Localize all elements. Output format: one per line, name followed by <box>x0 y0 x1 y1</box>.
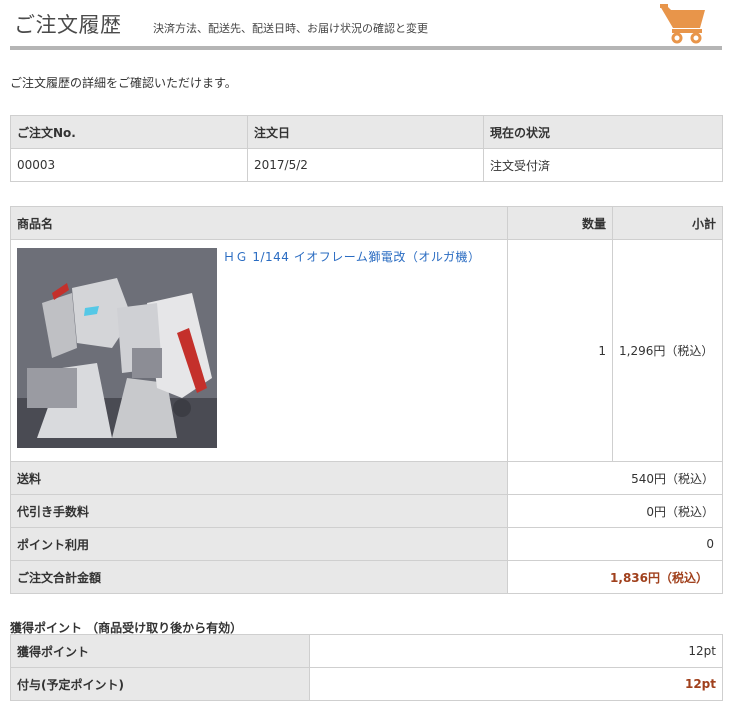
table-row: 付与(予定ポイント) 12pt <box>10 667 723 701</box>
order-items-table: 商品名 数量 小計 ＨＧ 1/144 イオフレーム獅電改（オルガ機） 1 1,2… <box>10 206 723 594</box>
product-cell: ＨＧ 1/144 イオフレーム獅電改（オルガ機） <box>10 239 508 462</box>
subtotal-header: 小計 <box>612 206 723 240</box>
page-subtitle: 決済方法、配送先、配送日時、お届け状況の確認と変更 <box>153 22 428 35</box>
shipping-value: 540円（税込） <box>507 461 723 495</box>
intro-text: ご注文履歴の詳細をご確認いただけます。 <box>10 76 237 90</box>
quantity-header: 数量 <box>507 206 613 240</box>
cod-fee-value: 0円（税込） <box>507 494 723 528</box>
order-date-value: 2017/5/2 <box>247 148 484 182</box>
product-link[interactable]: ＨＧ 1/144 イオフレーム獅電改（オルガ機） <box>223 250 481 264</box>
table-row: ご注文合計金額 1,836円（税込） <box>10 560 723 594</box>
earned-points-label: 獲得ポイント <box>10 634 310 668</box>
subtotal-value: 1,296円（税込） <box>612 239 723 462</box>
order-total-value: 1,836円（税込） <box>507 560 723 594</box>
order-date-header: 注文日 <box>247 115 484 149</box>
table-row: 送料 540円（税込） <box>10 461 723 495</box>
cart-icon[interactable] <box>658 2 708 44</box>
cod-fee-label: 代引き手数料 <box>10 494 508 528</box>
table-row: 代引き手数料 0円（税込） <box>10 494 723 528</box>
quantity-value: 1 <box>507 239 613 462</box>
order-status-header: 現在の状況 <box>483 115 723 149</box>
order-status-value: 注文受付済 <box>483 148 723 182</box>
points-table: 獲得ポイント 12pt 付与(予定ポイント) 12pt <box>10 634 723 701</box>
table-row: ポイント利用 0 <box>10 527 723 561</box>
points-used-label: ポイント利用 <box>10 527 508 561</box>
table-row: 獲得ポイント 12pt <box>10 634 723 668</box>
earned-points-value: 12pt <box>309 634 723 668</box>
scheduled-points-value: 12pt <box>309 667 723 701</box>
product-image[interactable] <box>17 248 217 448</box>
table-row: ＨＧ 1/144 イオフレーム獅電改（オルガ機） 1 1,296円（税込） <box>10 239 723 462</box>
order-info-table: ご注文No. 注文日 現在の状況 00003 2017/5/2 注文受付済 <box>10 115 723 182</box>
product-name-header: 商品名 <box>10 206 508 240</box>
page-title: ご注文履歴 <box>14 13 122 37</box>
table-row: 00003 2017/5/2 注文受付済 <box>10 148 723 182</box>
order-no-header: ご注文No. <box>10 115 248 149</box>
shipping-label: 送料 <box>10 461 508 495</box>
order-total-label: ご注文合計金額 <box>10 560 508 594</box>
points-used-value: 0 <box>507 527 723 561</box>
order-no-value: 00003 <box>10 148 248 182</box>
page-header: ご注文履歴 決済方法、配送先、配送日時、お届け状況の確認と変更 <box>10 0 722 50</box>
scheduled-points-label: 付与(予定ポイント) <box>10 667 310 701</box>
